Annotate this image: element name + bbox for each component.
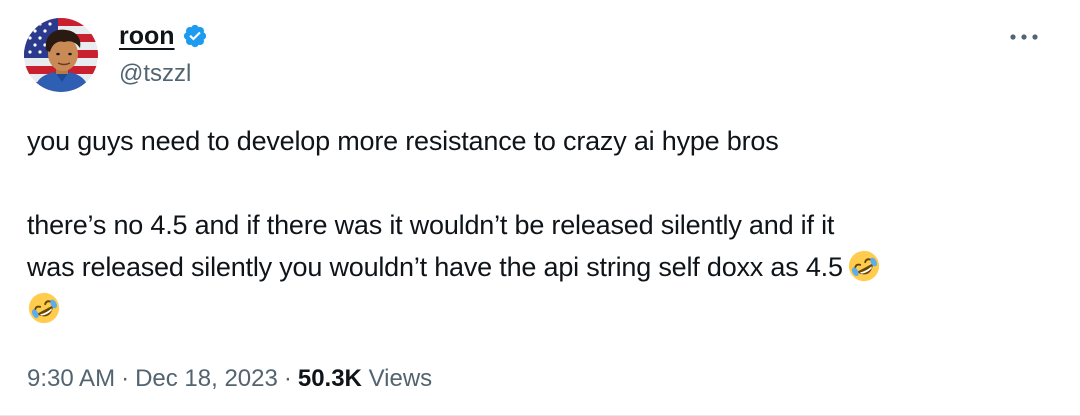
avatar-image: [24, 18, 98, 92]
tweet-card: roon @tszzl you guys need to develop mor…: [0, 0, 1080, 416]
tweet-text: you guys need to develop more resistance…: [27, 120, 1057, 330]
views-count[interactable]: 50.3K: [298, 365, 362, 392]
tweet-text-span: was released silently you wouldn’t have …: [27, 252, 843, 282]
meta-separator: ·: [283, 365, 292, 392]
avatar[interactable]: [24, 18, 98, 92]
more-options-button[interactable]: [1000, 22, 1048, 52]
verified-badge-icon[interactable]: [182, 23, 208, 49]
more-options-icon: [1010, 34, 1038, 40]
tweet-date[interactable]: Dec 18, 2023: [135, 365, 278, 392]
author-name-row: roon: [119, 21, 208, 51]
tweet-meta: 9:30 AM · Dec 18, 2023 · 50.3K Views: [27, 363, 432, 395]
meta-separator: ·: [121, 365, 130, 392]
tweet-time[interactable]: 9:30 AM: [27, 365, 115, 392]
views-label: Views: [368, 365, 433, 392]
rolling-on-floor-laughing-emoji: [848, 250, 879, 282]
rolling-on-floor-laughing-emoji: [28, 292, 60, 324]
tweet-text-line: was released silently you wouldn’t have …: [27, 246, 1057, 288]
tweet-text-span: there’s no 4.5 and if there was it would…: [27, 210, 835, 240]
author-handle[interactable]: @tszzl: [119, 59, 191, 89]
author-display-name[interactable]: roon: [119, 21, 175, 51]
tweet-text-line: you guys need to develop more resistance…: [27, 126, 779, 156]
tweet-text-line: [27, 288, 1057, 330]
tweet-text-line: there’s no 4.5 and if there was it would…: [27, 204, 1057, 246]
